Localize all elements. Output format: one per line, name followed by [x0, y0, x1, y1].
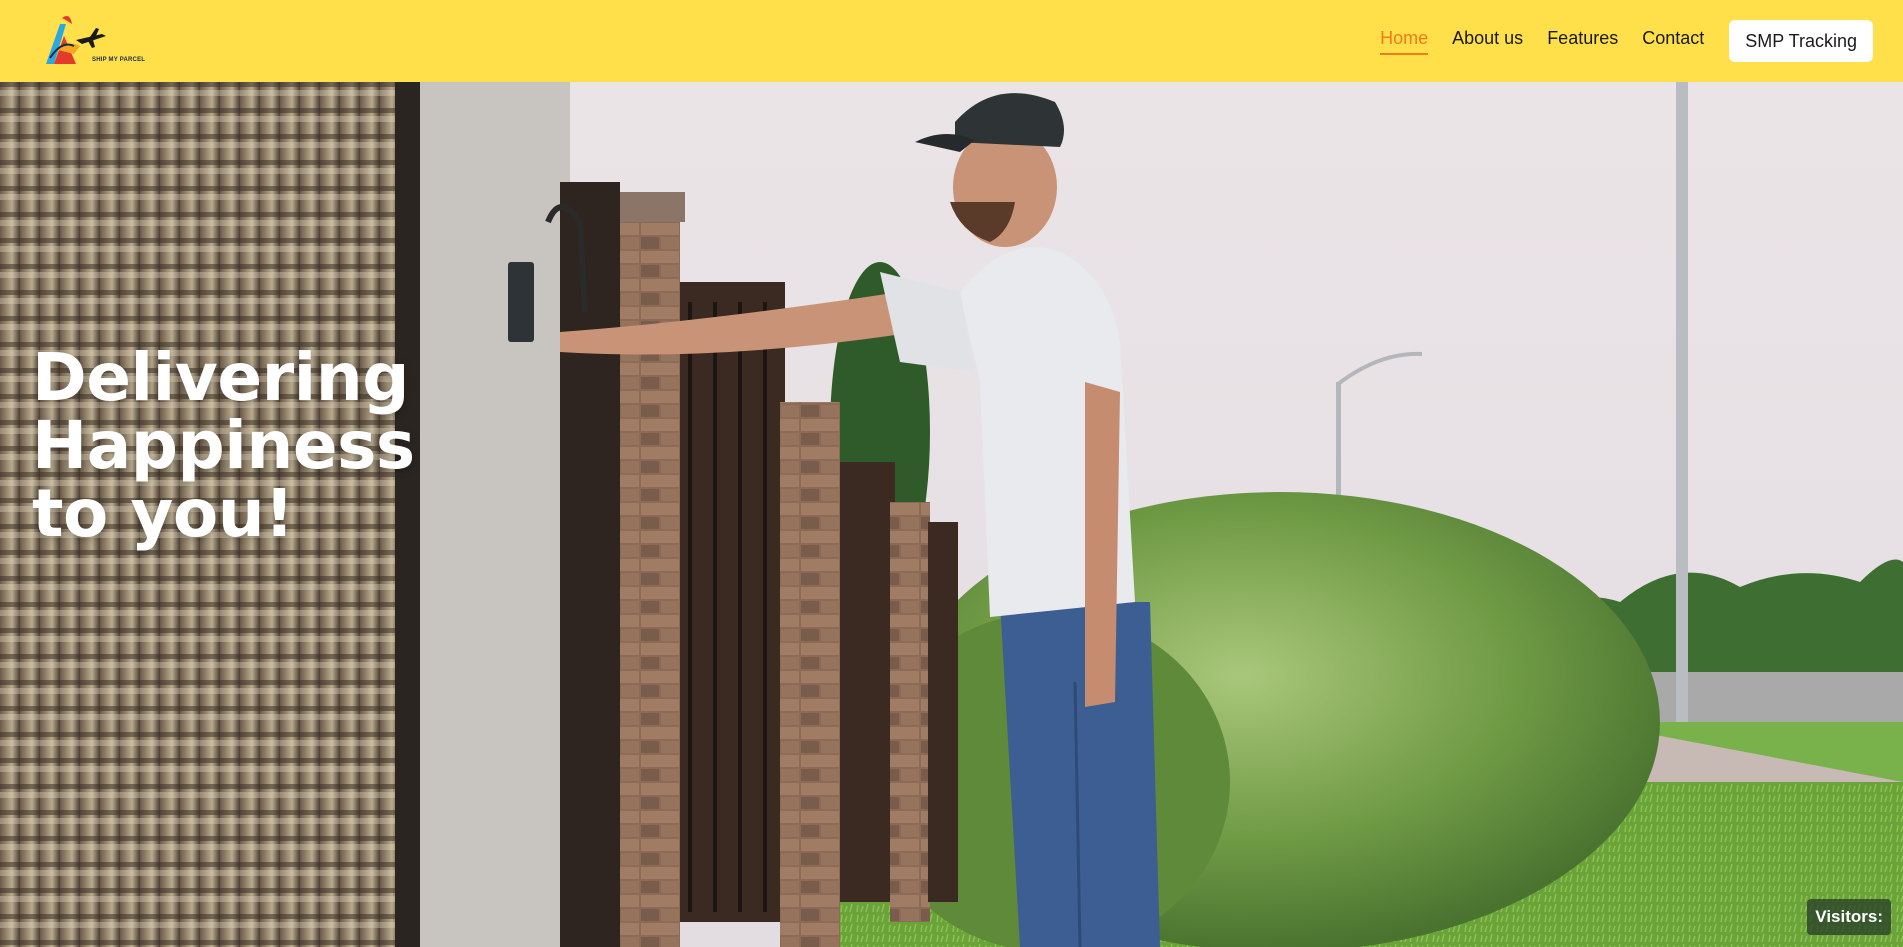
main-nav: Home About us Features Contact SMP Track…	[1356, 20, 1873, 62]
smp-tracking-button[interactable]: SMP Tracking	[1729, 20, 1873, 62]
top-navbar: SHIP MY PARCEL Home About us Features Co…	[0, 0, 1903, 82]
nav-contact[interactable]: Contact	[1642, 28, 1704, 55]
hero-headline: Delivering Happiness to you!	[32, 339, 415, 552]
nav-features[interactable]: Features	[1547, 28, 1618, 55]
logo-text: SHIP MY PARCEL	[92, 57, 146, 63]
visitors-badge: Visitors:	[1807, 899, 1891, 935]
nav-about-us[interactable]: About us	[1452, 28, 1523, 55]
hero-section: Delivering Happiness to you! Visitors:	[0, 82, 1903, 947]
brand-logo[interactable]: SHIP MY PARCEL	[40, 10, 145, 70]
nav-home[interactable]: Home	[1380, 28, 1429, 55]
